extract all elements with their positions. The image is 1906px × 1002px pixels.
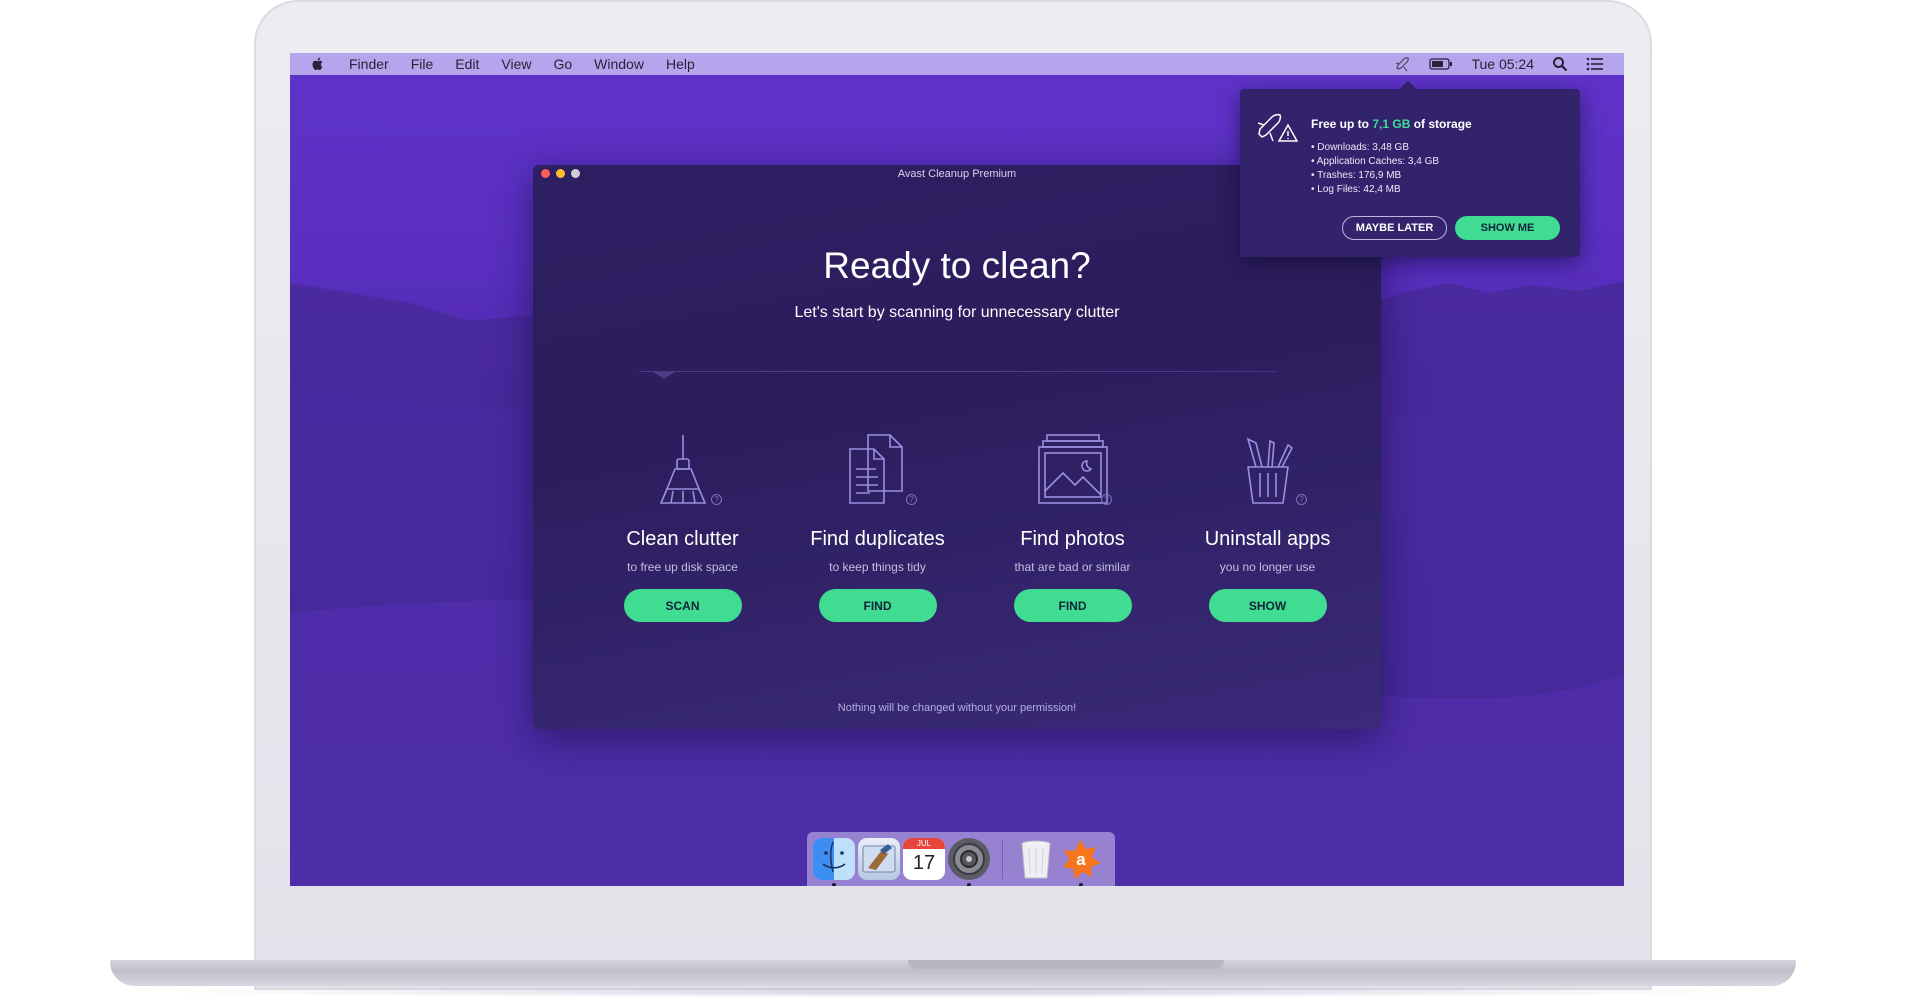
tile-subtitle: to keep things tidy: [829, 560, 926, 574]
calendar-icon[interactable]: JUL 17: [903, 838, 945, 880]
list-item: Log Files: 42,4 MB: [1311, 183, 1439, 197]
tile-icon-wrap: ?: [585, 425, 780, 505]
zoom-button[interactable]: [571, 169, 580, 178]
laptop-shadow: [140, 986, 1766, 998]
tile-clean-clutter: ? Clean clutter to free up disk space SC…: [585, 425, 780, 625]
notification-title: Free up to 7,1 GB of storage: [1311, 117, 1472, 131]
notification-title-prefix: Free up to: [1311, 117, 1373, 131]
menu-bar: Finder File Edit View Go Window Help Tue…: [290, 53, 1624, 75]
tile-title: Uninstall apps: [1204, 528, 1331, 550]
menu-window[interactable]: Window: [594, 56, 644, 72]
menu-file[interactable]: File: [411, 56, 434, 72]
finder-icon[interactable]: [813, 838, 855, 886]
page-subtitle: Let's start by scanning for unnecessary …: [794, 304, 1120, 321]
maybe-later-button[interactable]: MAYBE LATER: [1342, 216, 1447, 240]
tile-find-photos: ? Find photos that are bad or similar FI…: [975, 425, 1170, 625]
app-bin-icon: [1246, 437, 1293, 504]
storage-notification: Free up to 7,1 GB of storage Downloads: …: [1240, 89, 1580, 257]
svg-text:a: a: [1076, 850, 1086, 869]
running-indicator: [1079, 883, 1083, 886]
menu-go[interactable]: Go: [553, 56, 572, 72]
notification-title-suffix: of storage: [1410, 117, 1472, 131]
running-indicator: [832, 883, 836, 886]
desktop-screen: Finder File Edit View Go Window Help Tue…: [290, 53, 1624, 886]
battery-icon[interactable]: [1429, 58, 1453, 70]
list-item: Downloads: 3,48 GB: [1311, 141, 1439, 155]
laptop-notch: [908, 960, 1224, 969]
storage-breakdown-list: Downloads: 3,48 GB Application Caches: 3…: [1311, 141, 1439, 197]
tile-icon-wrap: ?: [1170, 425, 1365, 505]
mail-icon[interactable]: [858, 838, 900, 880]
notification-center-icon[interactable]: [1586, 57, 1604, 71]
dock-separator: [1002, 839, 1003, 879]
find-duplicates-button[interactable]: FIND: [818, 589, 937, 622]
laptop-base: [110, 960, 1796, 986]
running-indicator: [967, 883, 971, 886]
scan-button[interactable]: SCAN: [623, 589, 742, 622]
notification-amount: 7,1 GB: [1372, 117, 1411, 131]
documents-icon: [848, 434, 903, 504]
tile-title: Find photos: [1020, 528, 1125, 550]
show-apps-button[interactable]: SHOW: [1208, 589, 1327, 622]
rocket-warning-icon: [1258, 113, 1298, 142]
help-icon[interactable]: ?: [906, 494, 917, 505]
tile-find-duplicates: ? Find duplicates to keep things tidy FI…: [780, 425, 975, 625]
list-item: Application Caches: 3,4 GB: [1311, 155, 1439, 169]
trash-icon[interactable]: [1015, 838, 1057, 880]
tile-uninstall-apps: ? Uninstall apps you no longer use SHOW: [1170, 425, 1365, 625]
menu-finder[interactable]: Finder: [349, 56, 389, 72]
menu-edit[interactable]: Edit: [455, 56, 479, 72]
broom-icon: [659, 435, 706, 504]
help-icon[interactable]: ?: [711, 494, 722, 505]
divider: [639, 371, 1275, 372]
menu-help[interactable]: Help: [666, 56, 695, 72]
calendar-month: JUL: [903, 838, 945, 849]
dock: JUL 17 a: [807, 832, 1115, 886]
help-icon[interactable]: ?: [1101, 494, 1112, 505]
help-icon[interactable]: ?: [1296, 494, 1307, 505]
tile-title: Find duplicates: [810, 528, 945, 550]
list-item: Trashes: 176,9 MB: [1311, 169, 1439, 183]
avast-rocket-status-icon[interactable]: [1395, 56, 1411, 72]
scene: Finder File Edit View Go Window Help Tue…: [0, 0, 1906, 1002]
avast-icon[interactable]: a: [1060, 838, 1102, 886]
show-me-button[interactable]: SHOW ME: [1455, 216, 1560, 240]
photos-icon: [1037, 434, 1108, 504]
feature-tiles: ? Clean clutter to free up disk space SC…: [585, 425, 1365, 625]
tile-subtitle: you no longer use: [1219, 560, 1316, 574]
divider-caret: [653, 372, 675, 379]
minimize-button[interactable]: [556, 169, 565, 178]
apple-icon[interactable]: [310, 56, 326, 72]
system-preferences-icon[interactable]: [948, 838, 990, 886]
menubar-clock[interactable]: Tue 05:24: [1471, 56, 1534, 72]
calendar-day: 17: [912, 852, 936, 874]
tile-subtitle: that are bad or similar: [1014, 560, 1131, 574]
spotlight-search-icon[interactable]: [1552, 56, 1568, 72]
tile-icon-wrap: ?: [975, 425, 1170, 505]
find-photos-button[interactable]: FIND: [1013, 589, 1132, 622]
tile-subtitle: to free up disk space: [627, 560, 738, 574]
close-button[interactable]: [541, 169, 550, 178]
window-title: Avast Cleanup Premium: [897, 168, 1017, 180]
permission-note: Nothing will be changed without your per…: [837, 702, 1077, 714]
window-controls: [541, 169, 580, 178]
menubar-status-area: Tue 05:24: [1395, 53, 1604, 75]
tile-title: Clean clutter: [626, 528, 739, 550]
tile-icon-wrap: ?: [780, 425, 975, 505]
menu-view[interactable]: View: [501, 56, 531, 72]
